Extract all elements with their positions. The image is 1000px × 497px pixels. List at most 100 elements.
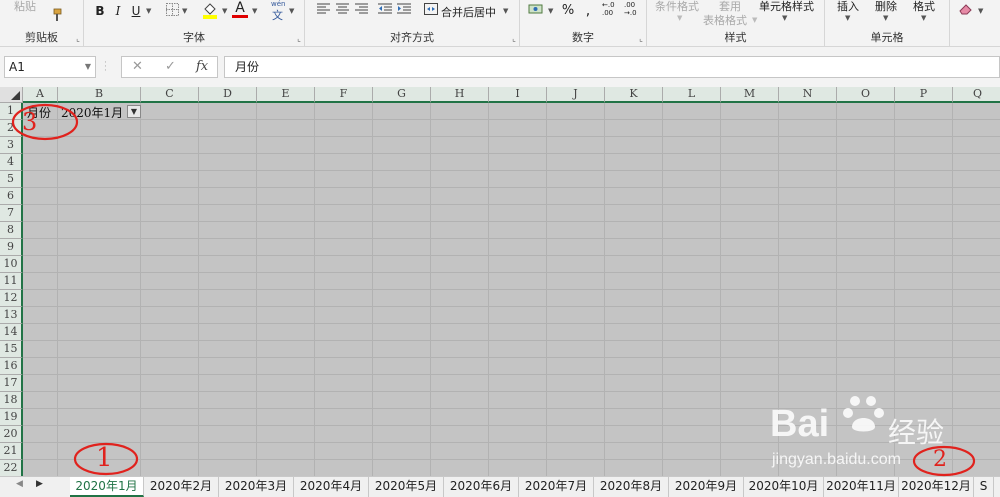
row-header-15[interactable]: 15	[0, 341, 23, 358]
row-header-9[interactable]: 9	[0, 239, 23, 256]
sheet-tab[interactable]: 2020年8月	[594, 477, 669, 497]
column-header-i[interactable]: I	[489, 87, 547, 103]
column-header-l[interactable]: L	[663, 87, 721, 103]
column-header-j[interactable]: J	[547, 87, 605, 103]
format-painter-icon[interactable]	[48, 8, 64, 24]
increase-decimal-button[interactable]: ←.0.00	[602, 1, 615, 17]
borders-icon[interactable]	[164, 3, 180, 19]
merge-dropdown-icon[interactable]: ▼	[503, 7, 508, 15]
fill-color-icon[interactable]	[202, 1, 218, 19]
align-right-icon[interactable]	[353, 3, 369, 19]
column-header-h[interactable]: H	[431, 87, 489, 103]
row-header-2[interactable]: 2	[0, 120, 23, 137]
format-dropdown-icon[interactable]: ▼	[921, 14, 926, 22]
row-header-7[interactable]: 7	[0, 205, 23, 222]
row-header-20[interactable]: 20	[0, 426, 23, 443]
column-header-c[interactable]: C	[141, 87, 199, 103]
delete-dropdown-icon[interactable]: ▼	[883, 14, 888, 22]
align-center-icon[interactable]	[334, 3, 350, 19]
row-header-4[interactable]: 4	[0, 154, 23, 171]
row-header-16[interactable]: 16	[0, 358, 23, 375]
cell-styles-button[interactable]: 单元格样式	[759, 0, 814, 14]
insert-dropdown-icon[interactable]: ▼	[845, 14, 850, 22]
tab-scroll-right-icon[interactable]: ▶	[36, 479, 43, 489]
column-header-b[interactable]: B	[58, 87, 141, 103]
sheet-tab[interactable]: 2020年2月	[144, 477, 219, 497]
formula-input[interactable]: 月份	[224, 56, 1000, 78]
conditional-dropdown-icon[interactable]: ▼	[677, 14, 682, 22]
row-header-8[interactable]: 8	[0, 222, 23, 239]
worksheet-grid[interactable]: ABCDEFGHIJKLMNOPQ 1 2 3 4 5 6 7 8 9 10 11 12 13 14 15 1…	[0, 87, 1000, 476]
number-launcher-icon[interactable]: ⌞	[639, 34, 643, 43]
row-header-19[interactable]: 19	[0, 409, 23, 426]
row-header-18[interactable]: 18	[0, 392, 23, 409]
column-header-q[interactable]: Q	[953, 87, 1000, 103]
cell-b1[interactable]: 2020年1月	[61, 105, 123, 121]
sheet-tab[interactable]: 2020年12月	[899, 477, 974, 497]
clear-dropdown-icon[interactable]: ▼	[978, 7, 983, 15]
row-header-11[interactable]: 11	[0, 273, 23, 290]
select-all-button[interactable]	[0, 87, 23, 103]
align-left-icon[interactable]	[315, 3, 331, 19]
column-header-o[interactable]: O	[837, 87, 895, 103]
column-header-n[interactable]: N	[779, 87, 837, 103]
column-header-e[interactable]: E	[257, 87, 315, 103]
filter-dropdown-icon[interactable]: ▼	[127, 105, 141, 118]
formula-bar-grip-icon[interactable]: · · ·	[104, 59, 107, 76]
table-dropdown-icon[interactable]: ▼	[752, 16, 757, 24]
accounting-format-icon[interactable]	[528, 2, 544, 18]
fill-color-dropdown-icon[interactable]: ▼	[222, 7, 227, 15]
row-header-6[interactable]: 6	[0, 188, 23, 205]
name-box[interactable]: A1 ▼	[4, 56, 96, 78]
column-header-d[interactable]: D	[199, 87, 257, 103]
italic-button[interactable]: I	[110, 3, 126, 19]
phonetic-dropdown-icon[interactable]: ▼	[289, 7, 294, 15]
row-header-10[interactable]: 10	[0, 256, 23, 273]
merge-center-button[interactable]: 合并后居中	[441, 4, 496, 20]
row-header-13[interactable]: 13	[0, 307, 23, 324]
percent-button[interactable]: %	[560, 3, 576, 19]
conditional-formatting-button[interactable]: 条件格式	[655, 0, 699, 14]
sheet-tab[interactable]: 2020年10月	[744, 477, 824, 497]
sheet-tab[interactable]: 2020年11月	[824, 477, 899, 497]
underline-button[interactable]: U	[128, 3, 144, 19]
font-color-button[interactable]: A	[232, 0, 248, 16]
cell-a1[interactable]: 月份	[27, 105, 51, 121]
row-header-5[interactable]: 5	[0, 171, 23, 188]
sheet-tab[interactable]: 2020年7月	[519, 477, 594, 497]
comma-style-icon[interactable]: ,	[580, 3, 596, 19]
insert-function-button[interactable]: fx	[196, 59, 208, 74]
row-header-12[interactable]: 12	[0, 290, 23, 307]
clipboard-launcher-icon[interactable]: ⌞	[76, 34, 80, 43]
alignment-launcher-icon[interactable]: ⌞	[512, 34, 516, 43]
decrease-decimal-button[interactable]: .00 →.0	[624, 1, 637, 17]
sheet-tab[interactable]: 2020年3月	[219, 477, 294, 497]
delete-button[interactable]: 删除	[875, 0, 897, 14]
column-header-a[interactable]: A	[23, 87, 58, 103]
tab-scroll-left-icon[interactable]: ◀	[16, 479, 23, 489]
sheet-tab[interactable]: 2020年1月	[70, 477, 144, 497]
row-header-22[interactable]: 22	[0, 460, 23, 476]
accounting-dropdown-icon[interactable]: ▼	[548, 7, 553, 15]
increase-indent-icon[interactable]	[396, 3, 412, 19]
row-header-21[interactable]: 21	[0, 443, 23, 460]
column-header-p[interactable]: P	[895, 87, 953, 103]
confirm-entry-icon[interactable]: ✓	[165, 59, 176, 74]
sheet-tab[interactable]: 2020年6月	[444, 477, 519, 497]
sheet-tab[interactable]: S	[974, 477, 994, 497]
paste-button[interactable]: 粘贴	[14, 0, 36, 14]
format-button[interactable]: 格式	[913, 0, 935, 14]
cancel-entry-icon[interactable]: ✕	[132, 59, 143, 74]
phonetic-guide-bottom[interactable]: 文	[272, 7, 283, 23]
insert-button[interactable]: 插入	[837, 0, 859, 14]
row-header-3[interactable]: 3	[0, 137, 23, 154]
merge-center-icon[interactable]	[423, 3, 439, 19]
column-header-m[interactable]: M	[721, 87, 779, 103]
column-header-k[interactable]: K	[605, 87, 663, 103]
name-box-dropdown-icon[interactable]: ▼	[85, 57, 91, 77]
column-header-g[interactable]: G	[373, 87, 431, 103]
sheet-tab[interactable]: 2020年5月	[369, 477, 444, 497]
font-launcher-icon[interactable]: ⌞	[297, 34, 301, 43]
column-header-f[interactable]: F	[315, 87, 373, 103]
row-header-1[interactable]: 1	[0, 103, 23, 120]
